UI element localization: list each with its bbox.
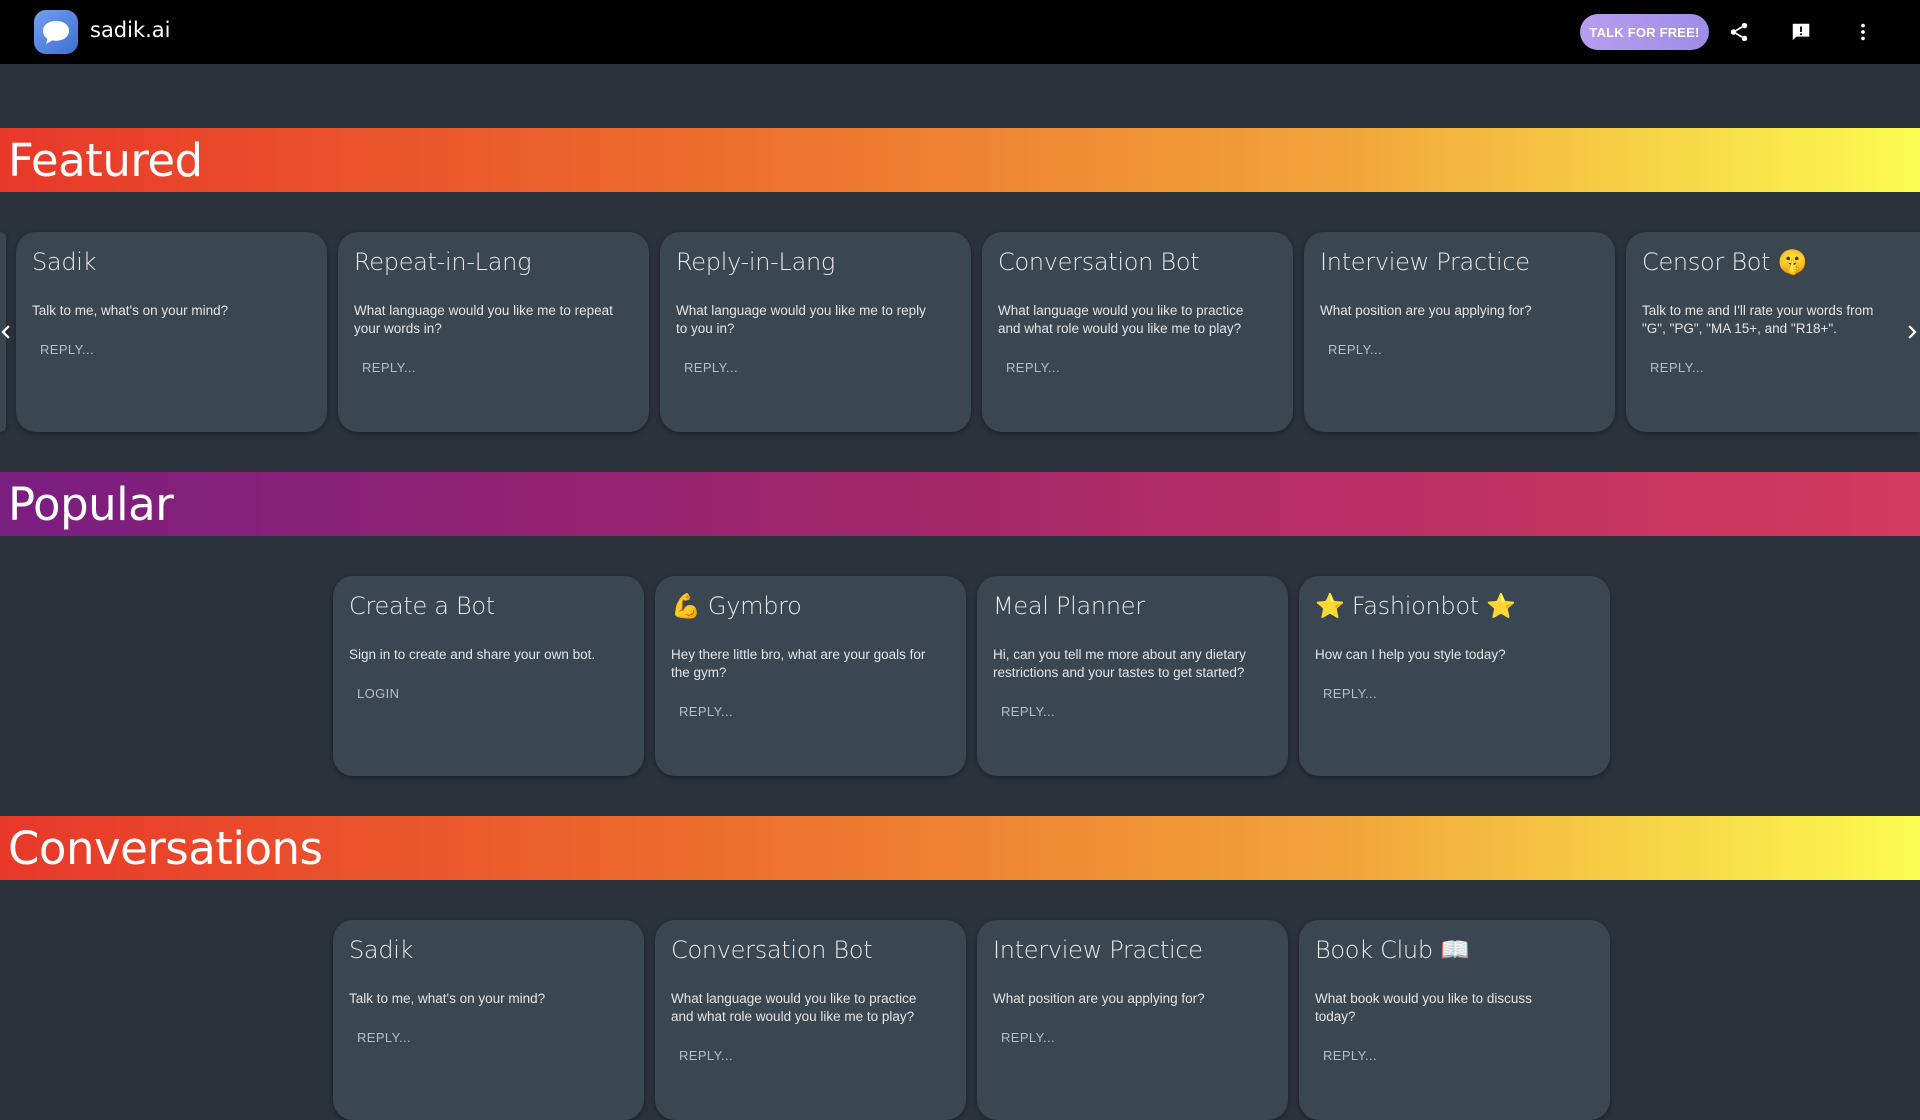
section-title-featured: Featured <box>8 133 203 187</box>
card-title: Sadik <box>32 248 97 276</box>
card-description: Talk to me, what's on your mind? <box>349 991 546 1006</box>
talk-for-free-button[interactable]: TALK FOR FREE! <box>1580 14 1709 50</box>
reply-button[interactable]: REPLY... <box>1650 360 1704 375</box>
share-icon[interactable] <box>1724 17 1754 47</box>
card-title: Conversation Bot <box>671 936 873 964</box>
section-title-conversations: Conversations <box>8 821 323 875</box>
featured-carousel: Sadik Talk to me, what's on your mind? R… <box>0 232 1920 432</box>
popular-banner: Popular <box>0 472 1920 536</box>
reply-button[interactable]: REPLY... <box>1001 704 1055 719</box>
card-description: What language would you like to practice… <box>671 991 917 1024</box>
card-description: What language would you like me to reply… <box>676 303 926 336</box>
top-app-bar: sadik.ai TALK FOR FREE! <box>0 0 1920 64</box>
card-description: Talk to me and I'll rate your words from… <box>1642 303 1874 336</box>
bot-card-conversation-bot[interactable]: Conversation Bot What language would you… <box>982 232 1293 432</box>
bot-card-repeat-in-lang[interactable]: Repeat-in-Lang What language would you l… <box>338 232 649 432</box>
reply-button[interactable]: REPLY... <box>679 704 733 719</box>
chevron-left-icon[interactable] <box>0 322 14 342</box>
card-description: What position are you applying for? <box>993 991 1205 1006</box>
chat-bubble-logo-icon[interactable] <box>34 10 78 54</box>
reply-button[interactable]: REPLY... <box>679 1048 733 1063</box>
bot-card-fashionbot[interactable]: ⭐ Fashionbot ⭐ How can I help you style … <box>1299 576 1610 776</box>
bot-card-reply-in-lang[interactable]: Reply-in-Lang What language would you li… <box>660 232 971 432</box>
feedback-icon[interactable] <box>1786 17 1816 47</box>
bot-card-sadik[interactable]: Sadik Talk to me, what's on your mind? R… <box>16 232 327 432</box>
card-description: Talk to me, what's on your mind? <box>32 303 229 318</box>
card-description: What language would you like to practice… <box>998 303 1244 336</box>
reply-button[interactable]: REPLY... <box>362 360 416 375</box>
card-description: Hey there little bro, what are your goal… <box>671 647 926 680</box>
conversation-card-book-club[interactable]: Book Club 📖 What book would you like to … <box>1299 920 1610 1120</box>
card-title: Book Club 📖 <box>1315 936 1470 964</box>
bot-card-censor-bot[interactable]: Censor Bot 🤫 Talk to me and I'll rate yo… <box>1626 232 1920 432</box>
card-description: How can I help you style today? <box>1315 647 1506 662</box>
chevron-right-icon[interactable] <box>1904 322 1920 342</box>
card-title: 💪 Gymbro <box>671 592 802 620</box>
card-title: Repeat-in-Lang <box>354 248 532 276</box>
card-title: Sadik <box>349 936 414 964</box>
bot-card-meal-planner[interactable]: Meal Planner Hi, can you tell me more ab… <box>977 576 1288 776</box>
card-description: What language would you like me to repea… <box>354 303 613 336</box>
reply-button[interactable]: REPLY... <box>684 360 738 375</box>
card-title: Meal Planner <box>993 592 1145 620</box>
reply-button[interactable]: REPLY... <box>1328 342 1382 357</box>
card-title: Reply-in-Lang <box>676 248 836 276</box>
bot-card-interview-practice[interactable]: Interview Practice What position are you… <box>1304 232 1615 432</box>
bot-card-gymbro[interactable]: 💪 Gymbro Hey there little bro, what are … <box>655 576 966 776</box>
reply-button[interactable]: REPLY... <box>1323 686 1377 701</box>
conversation-card-interview-practice[interactable]: Interview Practice What position are you… <box>977 920 1288 1120</box>
card-description: What book would you like to discuss toda… <box>1315 991 1532 1024</box>
card-description: Sign in to create and share your own bot… <box>349 647 596 662</box>
card-title: Interview Practice <box>993 936 1203 964</box>
bot-card-create-a-bot[interactable]: Create a Bot Sign in to create and share… <box>333 576 644 776</box>
section-title-popular: Popular <box>8 477 174 531</box>
card-title: Censor Bot 🤫 <box>1642 248 1808 276</box>
reply-button[interactable]: REPLY... <box>1006 360 1060 375</box>
more-vert-icon[interactable] <box>1848 17 1878 47</box>
reply-button[interactable]: REPLY... <box>1001 1030 1055 1045</box>
conversation-card-sadik[interactable]: Sadik Talk to me, what's on your mind? R… <box>333 920 644 1120</box>
featured-banner: Featured <box>0 128 1920 192</box>
conversations-banner: Conversations <box>0 816 1920 880</box>
card-title: Create a Bot <box>349 592 495 620</box>
reply-button[interactable]: REPLY... <box>1323 1048 1377 1063</box>
conversation-card-conversation-bot[interactable]: Conversation Bot What language would you… <box>655 920 966 1120</box>
reply-button[interactable]: REPLY... <box>357 1030 411 1045</box>
card-description: Hi, can you tell me more about any dieta… <box>993 647 1246 680</box>
popular-row: Create a Bot Sign in to create and share… <box>0 576 1920 776</box>
login-button[interactable]: LOGIN <box>357 686 399 701</box>
card-title: Interview Practice <box>1320 248 1530 276</box>
card-title: Conversation Bot <box>998 248 1200 276</box>
card-title: ⭐ Fashionbot ⭐ <box>1315 592 1516 620</box>
brand-name[interactable]: sadik.ai <box>90 18 171 42</box>
card-description: What position are you applying for? <box>1320 303 1532 318</box>
reply-button[interactable]: REPLY... <box>40 342 94 357</box>
conversations-row: Sadik Talk to me, what's on your mind? R… <box>0 920 1920 1120</box>
